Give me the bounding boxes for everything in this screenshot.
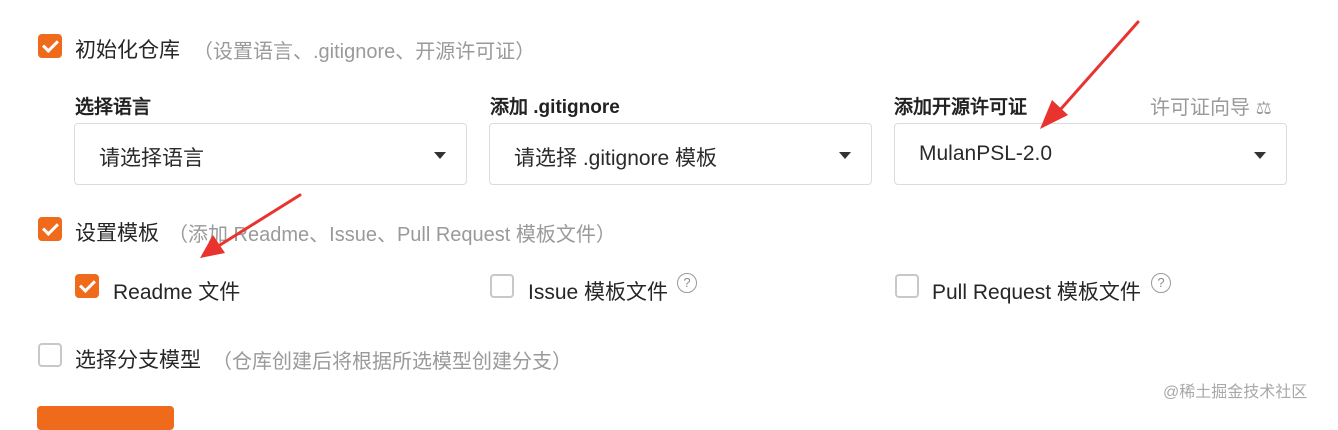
- pr-template-label: Pull Request 模板文件: [932, 281, 1141, 304]
- pr-template-checkbox[interactable]: [895, 274, 919, 298]
- gitignore-select-value: 请选择 .gitignore 模板: [514, 147, 718, 170]
- language-select-value: 请选择语言: [99, 147, 204, 170]
- gitignore-title: 添加 .gitignore: [490, 97, 620, 118]
- license-title: 添加开源许可证: [894, 97, 1028, 118]
- gitignore-select[interactable]: 请选择 .gitignore 模板: [489, 123, 872, 185]
- init-repo-label: 初始化仓库: [75, 39, 180, 62]
- readme-checkbox[interactable]: [75, 274, 99, 298]
- templates-checkbox[interactable]: [38, 217, 62, 241]
- issue-template-checkbox[interactable]: [490, 274, 514, 298]
- license-guide-link[interactable]: 许可证向导 ⚖: [1150, 91, 1272, 120]
- language-title: 选择语言: [75, 97, 152, 118]
- arrow-license-icon: [1040, 20, 1140, 129]
- branch-model-label: 选择分支模型: [75, 349, 201, 372]
- language-select[interactable]: 请选择语言: [74, 123, 467, 185]
- scale-icon: ⚖: [1255, 98, 1272, 119]
- templates-hint: （添加 Readme、Issue、Pull Request 模板文件）: [168, 224, 616, 246]
- branch-model-hint: （仓库创建后将根据所选模型创建分支）: [212, 351, 572, 373]
- watermark-text: @稀土掘金技术社区: [1163, 384, 1308, 401]
- license-select[interactable]: MulanPSL-2.0: [894, 123, 1287, 185]
- create-button[interactable]: [37, 406, 174, 430]
- chevron-down-icon: [1254, 152, 1266, 159]
- license-guide-label: 许可证向导: [1150, 97, 1250, 119]
- license-select-value: MulanPSL-2.0: [919, 142, 1053, 165]
- init-repo-checkbox[interactable]: [38, 34, 62, 58]
- issue-template-label: Issue 模板文件: [528, 281, 669, 304]
- help-icon[interactable]: ?: [1151, 273, 1171, 293]
- help-icon[interactable]: ?: [677, 273, 697, 293]
- chevron-down-icon: [839, 152, 851, 159]
- templates-label: 设置模板: [75, 222, 159, 245]
- chevron-down-icon: [434, 152, 446, 159]
- init-repo-hint: （设置语言、.gitignore、开源许可证）: [193, 41, 536, 63]
- readme-label: Readme 文件: [113, 281, 241, 304]
- branch-model-checkbox[interactable]: [38, 343, 62, 367]
